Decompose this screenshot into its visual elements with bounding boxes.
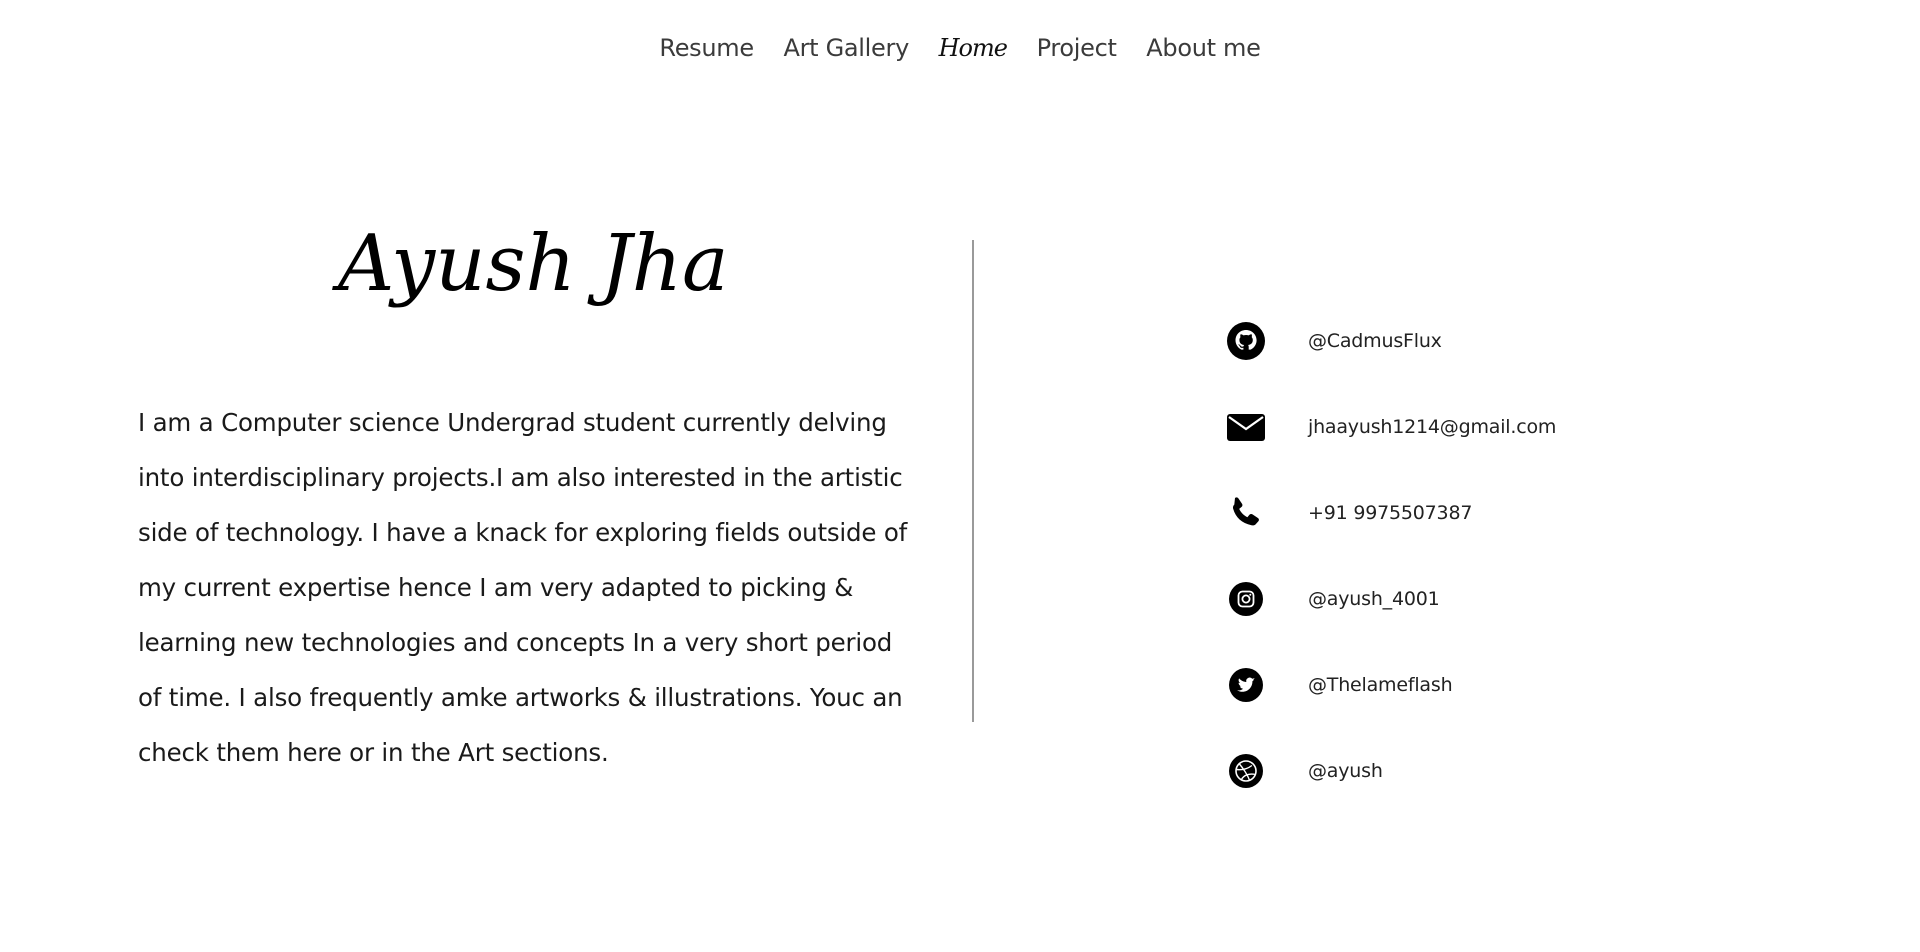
contact-twitter-text: @Thelameflash: [1308, 674, 1453, 696]
signature-name: Ayush Jha: [330, 210, 730, 350]
bio-paragraph: I am a Computer science Undergrad studen…: [138, 408, 908, 767]
contact-phone-text: +91 9975507387: [1308, 502, 1473, 524]
signature-name-text: Ayush Jha: [332, 219, 729, 309]
contact-github-text: @CadmusFlux: [1308, 330, 1442, 352]
nav-about-me[interactable]: About me: [1146, 34, 1261, 62]
dribbble-icon: [1226, 751, 1266, 791]
github-icon: [1226, 321, 1266, 361]
vertical-divider: [972, 240, 974, 722]
contact-twitter[interactable]: @Thelameflash: [1226, 642, 1556, 728]
mail-icon: [1226, 407, 1266, 447]
contact-list: @CadmusFlux jhaayush1214@gmail.com +91 9…: [1226, 298, 1556, 814]
contact-github[interactable]: @CadmusFlux: [1226, 298, 1556, 384]
nav-home[interactable]: Home: [939, 34, 1008, 62]
contact-instagram-text: @ayush_4001: [1308, 588, 1440, 610]
contact-dribbble[interactable]: @ayush: [1226, 728, 1556, 814]
contact-dribbble-text: @ayush: [1308, 760, 1383, 782]
nav-project[interactable]: Project: [1037, 34, 1117, 62]
phone-icon: [1226, 493, 1266, 533]
twitter-icon: [1226, 665, 1266, 705]
contact-email[interactable]: jhaayush1214@gmail.com: [1226, 384, 1556, 470]
contact-phone[interactable]: +91 9975507387: [1226, 470, 1556, 556]
instagram-icon: [1226, 579, 1266, 619]
contact-instagram[interactable]: @ayush_4001: [1226, 556, 1556, 642]
top-nav: Resume Art Gallery Home Project About me: [0, 34, 1920, 62]
nav-art-gallery[interactable]: Art Gallery: [783, 34, 909, 62]
nav-resume[interactable]: Resume: [659, 34, 754, 62]
contact-email-text: jhaayush1214@gmail.com: [1308, 416, 1557, 438]
